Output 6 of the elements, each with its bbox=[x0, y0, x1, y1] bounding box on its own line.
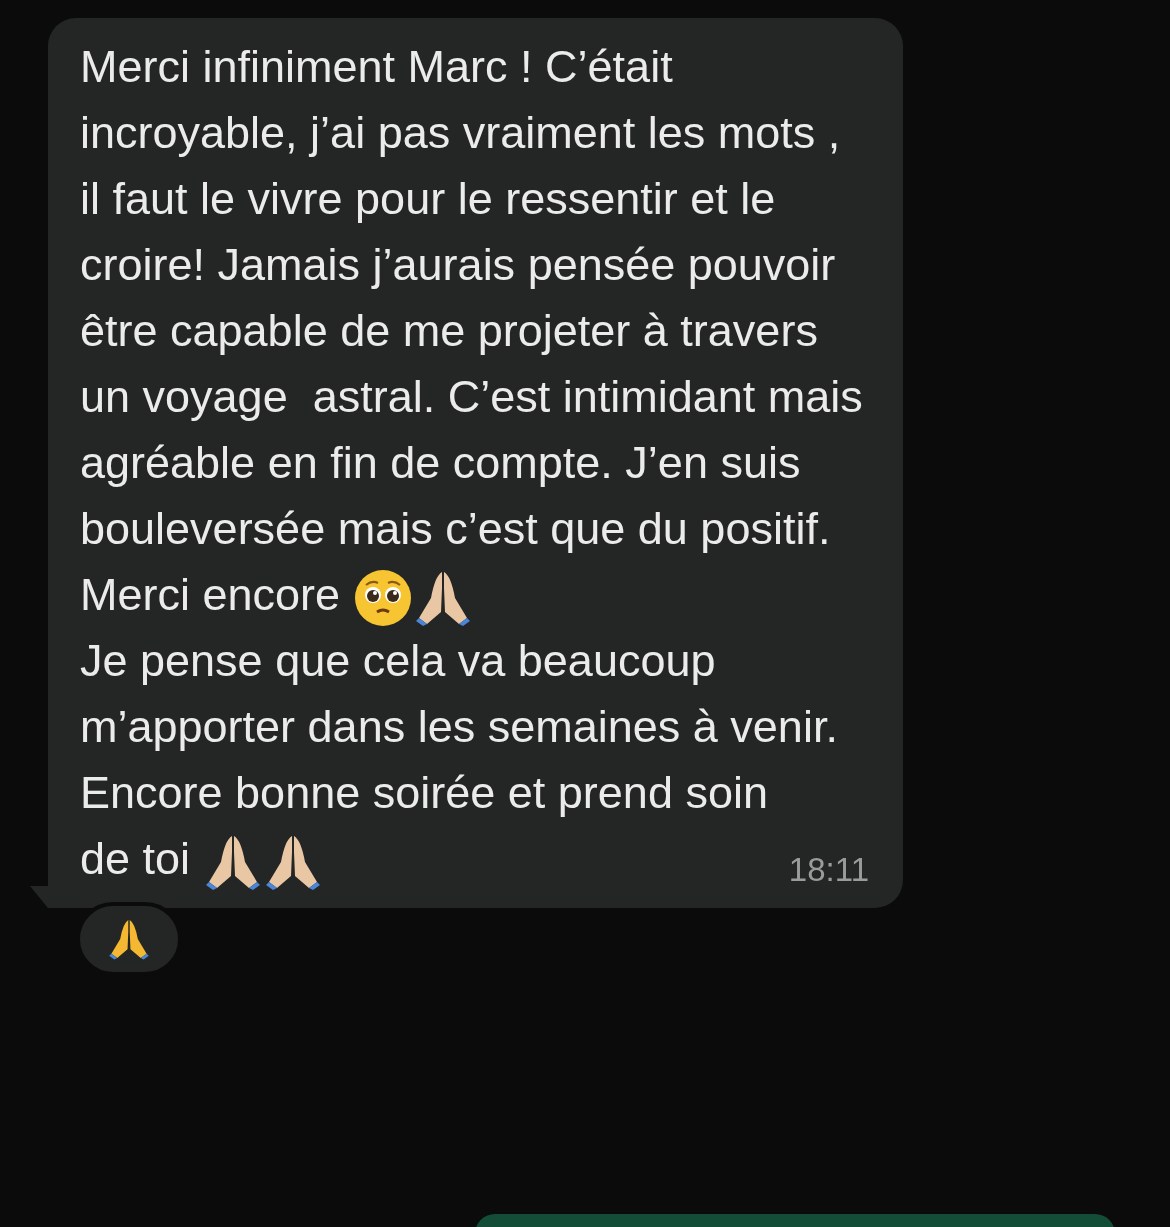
pleading-face-emoji-icon bbox=[352, 568, 413, 629]
message-text: Encore bonne soirée et prend soin de toi bbox=[80, 760, 773, 893]
message-time: 18:11 bbox=[788, 850, 869, 891]
message-text: Merci encore bbox=[80, 562, 869, 629]
message-text: Merci infiniment Marc ! C’était incroyable, j’ai pas vraiment les mots , il faut le vivre pour le ressentir et le croire! Jamais j’aurais pensée pouvoir être capable de me projeter à travers un voyage astral. C’est intimidant mais agréable en fin de compte. J’en suis bouleversée mais c’est que du positif. bbox=[80, 40, 864, 556]
message-text: Je pense que cela va beaucoup m’apporter dans les semaines à venir. bbox=[80, 634, 839, 755]
